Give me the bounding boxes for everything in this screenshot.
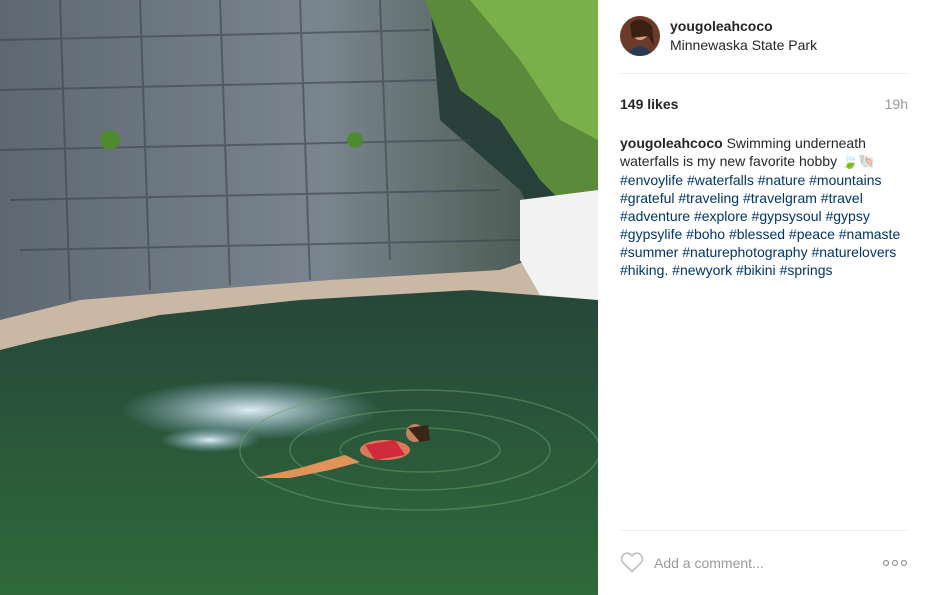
- hashtag-link[interactable]: #travelgram: [743, 190, 817, 206]
- hashtag-link[interactable]: #mountains: [809, 172, 881, 188]
- hashtag-link[interactable]: #traveling: [678, 190, 739, 206]
- post-detail-panel: yougoleahcoco Minnewaska State Park 149 …: [598, 0, 928, 595]
- hashtag-link[interactable]: #naturelovers: [811, 244, 896, 260]
- hashtag-link[interactable]: #gypsysoul: [752, 208, 822, 224]
- username-link[interactable]: yougoleahcoco: [670, 18, 773, 34]
- hashtag-link[interactable]: #envoylife: [620, 172, 683, 188]
- waterfall-swimmer-image: [0, 0, 598, 595]
- hashtag-link[interactable]: #grateful: [620, 190, 674, 206]
- hashtag-link[interactable]: #bikini: [736, 262, 776, 278]
- hashtag-link[interactable]: #blessed: [729, 226, 785, 242]
- hashtag-link[interactable]: #explore: [694, 208, 748, 224]
- hashtag-link[interactable]: #namaste: [839, 226, 900, 242]
- hashtag-link[interactable]: #naturephotography: [682, 244, 807, 260]
- hashtag-link[interactable]: #peace: [789, 226, 835, 242]
- more-options-icon[interactable]: [882, 555, 908, 571]
- hashtag-link[interactable]: #gypsy: [825, 208, 869, 224]
- post-stats: 149 likes 19h: [620, 96, 908, 114]
- hashtag-link[interactable]: #summer: [620, 244, 678, 260]
- hashtag-link[interactable]: #hiking.: [620, 262, 668, 278]
- hashtag-link[interactable]: #boho: [686, 226, 725, 242]
- likes-count[interactable]: 149 likes: [620, 96, 678, 112]
- timestamp[interactable]: 19h: [885, 96, 908, 112]
- hashtag-link[interactable]: #newyork: [672, 262, 732, 278]
- location-link[interactable]: Minnewaska State Park: [670, 37, 817, 53]
- hashtag-list: #envoylife #waterfalls #nature #mountain…: [620, 172, 900, 278]
- heart-icon[interactable]: [620, 551, 644, 573]
- caption-emoji: 🍃🐚: [840, 154, 876, 170]
- hashtag-link[interactable]: #springs: [780, 262, 833, 278]
- caption-username[interactable]: yougoleahcoco: [620, 135, 723, 151]
- hashtag-link[interactable]: #travel: [821, 190, 863, 206]
- hashtag-link[interactable]: #nature: [758, 172, 805, 188]
- post-photo[interactable]: [0, 0, 598, 595]
- caption: yougoleahcoco Swimming underneath waterf…: [620, 134, 910, 279]
- post-header: yougoleahcoco Minnewaska State Park: [620, 16, 908, 74]
- hashtag-link[interactable]: #waterfalls: [687, 172, 754, 188]
- comment-bar: [620, 530, 908, 595]
- comment-input[interactable]: [654, 553, 864, 573]
- hashtag-link[interactable]: #gypsylife: [620, 226, 682, 242]
- hashtag-link[interactable]: #adventure: [620, 208, 690, 224]
- avatar[interactable]: [620, 16, 660, 56]
